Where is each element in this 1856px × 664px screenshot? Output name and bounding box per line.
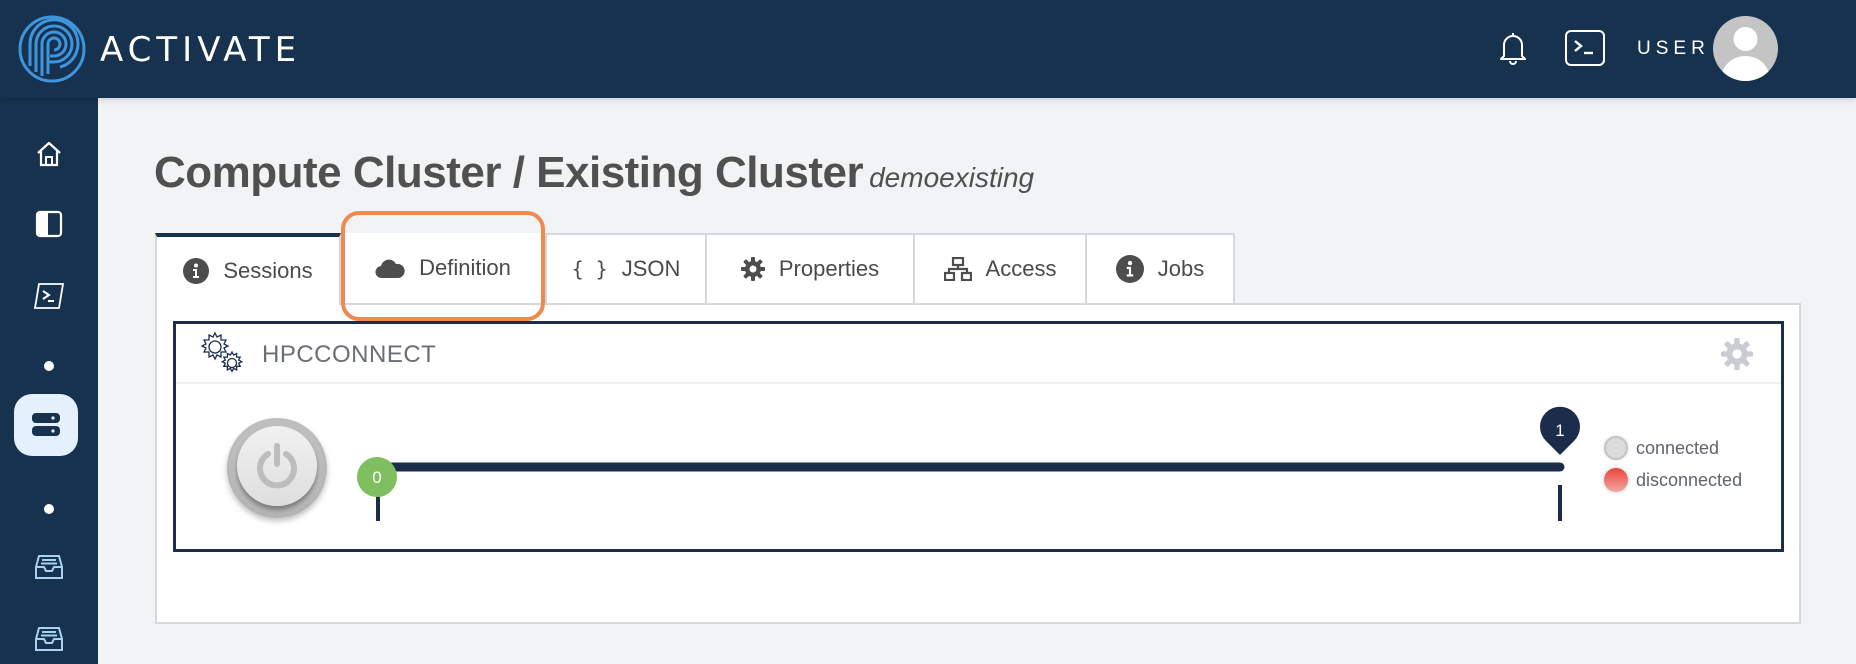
page-title: Compute Cluster / Existing Cluster demoex… bbox=[154, 148, 1034, 198]
sidebar-item-storage-2[interactable] bbox=[0, 622, 98, 656]
avatar-icon bbox=[1721, 27, 1770, 81]
card-header: HPCCONNECT bbox=[176, 324, 1781, 384]
bell-icon[interactable] bbox=[1498, 30, 1528, 66]
network-icon bbox=[943, 257, 972, 281]
gear-icon bbox=[740, 257, 765, 281]
tab-baseline bbox=[155, 303, 1801, 305]
tab-label: Definition bbox=[419, 255, 511, 280]
home-icon bbox=[37, 141, 61, 167]
tab-label: JSON bbox=[621, 256, 681, 281]
connection-card: HPCCONNECT bbox=[173, 321, 1784, 552]
terminal-button[interactable] bbox=[1565, 30, 1605, 66]
sidebar-item-terminal[interactable] bbox=[0, 278, 98, 314]
terminal-icon bbox=[1574, 40, 1593, 55]
tab-label: Access bbox=[985, 256, 1057, 281]
connected-dot bbox=[1604, 436, 1628, 460]
tab-label: Sessions bbox=[223, 258, 313, 283]
sidebar-item-dot-2[interactable] bbox=[0, 501, 98, 517]
page-subtitle: demoexisting bbox=[869, 162, 1035, 193]
legend-label: disconnected bbox=[1636, 469, 1743, 490]
page-title-text: Compute Cluster / Existing Cluster bbox=[154, 148, 864, 197]
braces-icon: { } bbox=[571, 257, 608, 281]
disconnected-dot bbox=[1604, 468, 1628, 492]
avatar[interactable] bbox=[1713, 16, 1778, 81]
tab-label: Properties bbox=[778, 256, 880, 281]
settings-gear-icon[interactable] bbox=[1721, 338, 1753, 370]
inbox-icon bbox=[35, 627, 63, 651]
terminal-icon bbox=[33, 283, 65, 309]
power-button[interactable] bbox=[227, 418, 327, 518]
dot-icon bbox=[44, 504, 54, 514]
sidebar-item-storage-1[interactable] bbox=[0, 550, 98, 584]
cloud-icon bbox=[375, 257, 405, 279]
gears-icon bbox=[200, 331, 244, 373]
sidebar-item-home[interactable] bbox=[0, 136, 98, 172]
sidebar-item-panel[interactable] bbox=[0, 206, 98, 242]
power-button-face bbox=[237, 426, 317, 506]
sidebar-item-dot-1[interactable] bbox=[0, 358, 98, 374]
user-menu-label[interactable]: USER bbox=[1637, 38, 1710, 60]
legend-disconnected: disconnected bbox=[1604, 468, 1742, 492]
tab-label: Jobs bbox=[1157, 256, 1205, 281]
tab-json[interactable]: { } JSON bbox=[545, 233, 707, 303]
top-bar: ACTIVATE USER bbox=[0, 0, 1856, 98]
dot-icon bbox=[44, 361, 54, 371]
tab-jobs[interactable]: Jobs bbox=[1085, 233, 1235, 303]
brand-name: ACTIVATE bbox=[100, 30, 302, 70]
tab-access[interactable]: Access bbox=[913, 233, 1087, 303]
inbox-icon bbox=[35, 555, 63, 579]
tab-sessions[interactable]: Sessions bbox=[155, 233, 341, 305]
split-panel-icon bbox=[35, 210, 63, 238]
info-icon bbox=[1115, 255, 1144, 283]
sidebar bbox=[0, 98, 98, 664]
sidebar-item-compute[interactable] bbox=[14, 394, 78, 456]
legend-label: connected bbox=[1636, 437, 1720, 458]
card-title: HPCCONNECT bbox=[262, 341, 437, 368]
info-icon bbox=[183, 258, 210, 284]
power-icon bbox=[257, 443, 297, 489]
server-icon bbox=[32, 413, 60, 436]
legend-connected: connected bbox=[1604, 436, 1719, 460]
logo-icon[interactable] bbox=[18, 14, 90, 84]
tab-definition[interactable]: Definition bbox=[341, 233, 547, 303]
tab-properties[interactable]: Properties bbox=[705, 233, 915, 303]
